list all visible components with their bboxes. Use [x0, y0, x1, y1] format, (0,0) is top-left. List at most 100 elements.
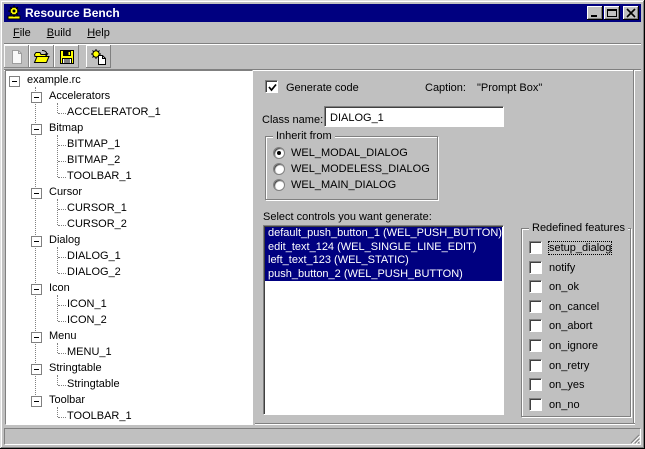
open-folder-icon	[33, 49, 51, 65]
feature-label: on_yes	[549, 379, 584, 391]
feature-label: setup_dialog	[549, 242, 611, 254]
tree-item[interactable]: DIALOG_2	[65, 265, 123, 281]
tree-item[interactable]: Bitmap	[47, 121, 85, 137]
minus-icon	[34, 129, 39, 130]
setup_dialog-checkbox[interactable]	[529, 241, 542, 254]
save-icon	[59, 49, 75, 65]
tree-item[interactable]: Stringtable	[65, 377, 122, 393]
minimize-button[interactable]	[587, 6, 603, 20]
tree-item[interactable]: ICON_1	[65, 297, 109, 313]
on_cancel-checkbox[interactable]	[529, 300, 542, 313]
select-controls-label: Select controls you want generate:	[263, 211, 432, 223]
minus-icon	[34, 369, 39, 370]
feature-label: on_ignore	[549, 340, 598, 352]
close-button[interactable]	[623, 6, 639, 20]
on_ok-checkbox[interactable]	[529, 280, 542, 293]
on_abort-checkbox[interactable]	[529, 319, 542, 332]
redefined-features-title: Redefined features	[529, 222, 628, 234]
new-file-icon	[9, 49, 25, 65]
tree-item[interactable]: Dialog	[47, 233, 82, 249]
on_no-checkbox[interactable]	[529, 398, 542, 411]
tree-item[interactable]: DIALOG_1	[65, 249, 123, 265]
tree-item[interactable]: Stringtable	[47, 361, 104, 377]
on_retry-checkbox[interactable]	[529, 359, 542, 372]
build-workbench-button[interactable]	[86, 45, 111, 68]
radio-icon	[273, 163, 285, 175]
minus-icon	[34, 193, 39, 194]
feature-label: on_retry	[549, 360, 589, 372]
tree-item[interactable]: ICON_2	[65, 313, 109, 329]
tree-expand-box[interactable]	[31, 396, 42, 407]
tree-item[interactable]: CURSOR_2	[65, 217, 129, 233]
menu-bar: FileBuildHelp	[5, 24, 118, 42]
tree-item[interactable]: Toolbar	[47, 393, 87, 409]
tree-expand-box[interactable]	[9, 76, 20, 87]
resize-grip[interactable]	[627, 431, 640, 444]
radio-label: WEL_MAIN_DIALOG	[291, 179, 396, 191]
status-bar	[4, 428, 641, 445]
feature-label: on_cancel	[549, 301, 599, 313]
tree-item[interactable]: Accelerators	[47, 89, 112, 105]
tree-item[interactable]: ACCELERATOR_1	[65, 105, 163, 121]
tree-item[interactable]: Icon	[47, 281, 72, 297]
tree-item[interactable]: Menu	[47, 329, 79, 345]
inherit-from-group: Inherit from WEL_MODAL_DIALOGWEL_MODELES…	[265, 136, 438, 200]
minus-icon	[12, 81, 17, 82]
class-name-label: Class name:	[262, 114, 323, 126]
tree-item[interactable]: TOOLBAR_1	[65, 169, 134, 185]
tree-expand-box[interactable]	[31, 236, 42, 247]
tree-item[interactable]: BITMAP_2	[65, 153, 122, 169]
tree-item[interactable]: CURSOR_1	[65, 201, 129, 217]
minus-icon	[34, 97, 39, 98]
generate-code-label: Generate code	[286, 82, 359, 94]
list-item[interactable]: default_push_button_1 (WEL_PUSH_BUTTON)	[265, 227, 502, 241]
radio-option[interactable]: WEL_MODAL_DIALOG	[273, 146, 408, 160]
feature-label: on_no	[549, 399, 580, 411]
feature-label: on_ok	[549, 281, 579, 293]
menu-file[interactable]: File	[5, 25, 39, 42]
tree-expand-box[interactable]	[31, 364, 42, 375]
list-item[interactable]: push_button_2 (WEL_PUSH_BUTTON)	[265, 268, 502, 282]
right-frame-edge	[633, 70, 635, 423]
radio-option[interactable]: WEL_MAIN_DIALOG	[273, 178, 396, 192]
tree-expand-box[interactable]	[31, 332, 42, 343]
tree-item[interactable]: MENU_1	[65, 345, 114, 361]
minus-icon	[34, 241, 39, 242]
radio-option[interactable]: WEL_MODELESS_DIALOG	[273, 162, 430, 176]
radio-dot	[277, 151, 281, 155]
open-folder-button[interactable]	[29, 45, 54, 68]
generate-code-checkbox[interactable]	[265, 80, 278, 93]
redefined-features-group: Redefined features setup_dialognotifyon_…	[521, 228, 631, 417]
feature-label: notify	[549, 262, 575, 274]
tree-item[interactable]: example.rc	[25, 73, 83, 89]
list-item[interactable]: left_text_123 (WEL_STATIC)	[265, 254, 502, 268]
on_yes-checkbox[interactable]	[529, 378, 542, 391]
tree-connector	[57, 199, 58, 225]
class-name-input[interactable]	[324, 106, 504, 127]
tree-expand-box[interactable]	[31, 124, 42, 135]
radio-icon	[273, 147, 285, 159]
tree-item[interactable]: TOOLBAR_1	[65, 409, 134, 423]
tree-expand-box[interactable]	[31, 92, 42, 103]
caption-value: "Prompt Box"	[477, 82, 542, 94]
radio-icon	[273, 179, 285, 191]
save-button[interactable]	[54, 45, 79, 68]
menu-help[interactable]: Help	[79, 25, 118, 42]
list-item[interactable]: edit_text_124 (WEL_SINGLE_LINE_EDIT)	[265, 241, 502, 255]
notify-checkbox[interactable]	[529, 261, 542, 274]
new-file-button[interactable]	[4, 45, 29, 68]
tree-item[interactable]: Cursor	[47, 185, 84, 201]
tree-expand-box[interactable]	[31, 284, 42, 295]
bottom-frame-edge	[255, 423, 635, 425]
controls-listbox[interactable]: default_push_button_1 (WEL_PUSH_BUTTON)e…	[263, 225, 504, 415]
tree-connector	[57, 247, 58, 273]
tree-expand-box[interactable]	[31, 188, 42, 199]
tree-item[interactable]: BITMAP_1	[65, 137, 122, 153]
resource-bench-window: Resource Bench FileBuildHelp example.rcA…	[0, 0, 645, 449]
maximize-button[interactable]	[604, 6, 620, 20]
on_ignore-checkbox[interactable]	[529, 339, 542, 352]
menu-build[interactable]: Build	[39, 25, 79, 42]
minus-icon	[34, 401, 39, 402]
minus-icon	[34, 289, 39, 290]
resource-tree: example.rcAcceleratorsACCELERATOR_1Bitma…	[7, 73, 251, 423]
